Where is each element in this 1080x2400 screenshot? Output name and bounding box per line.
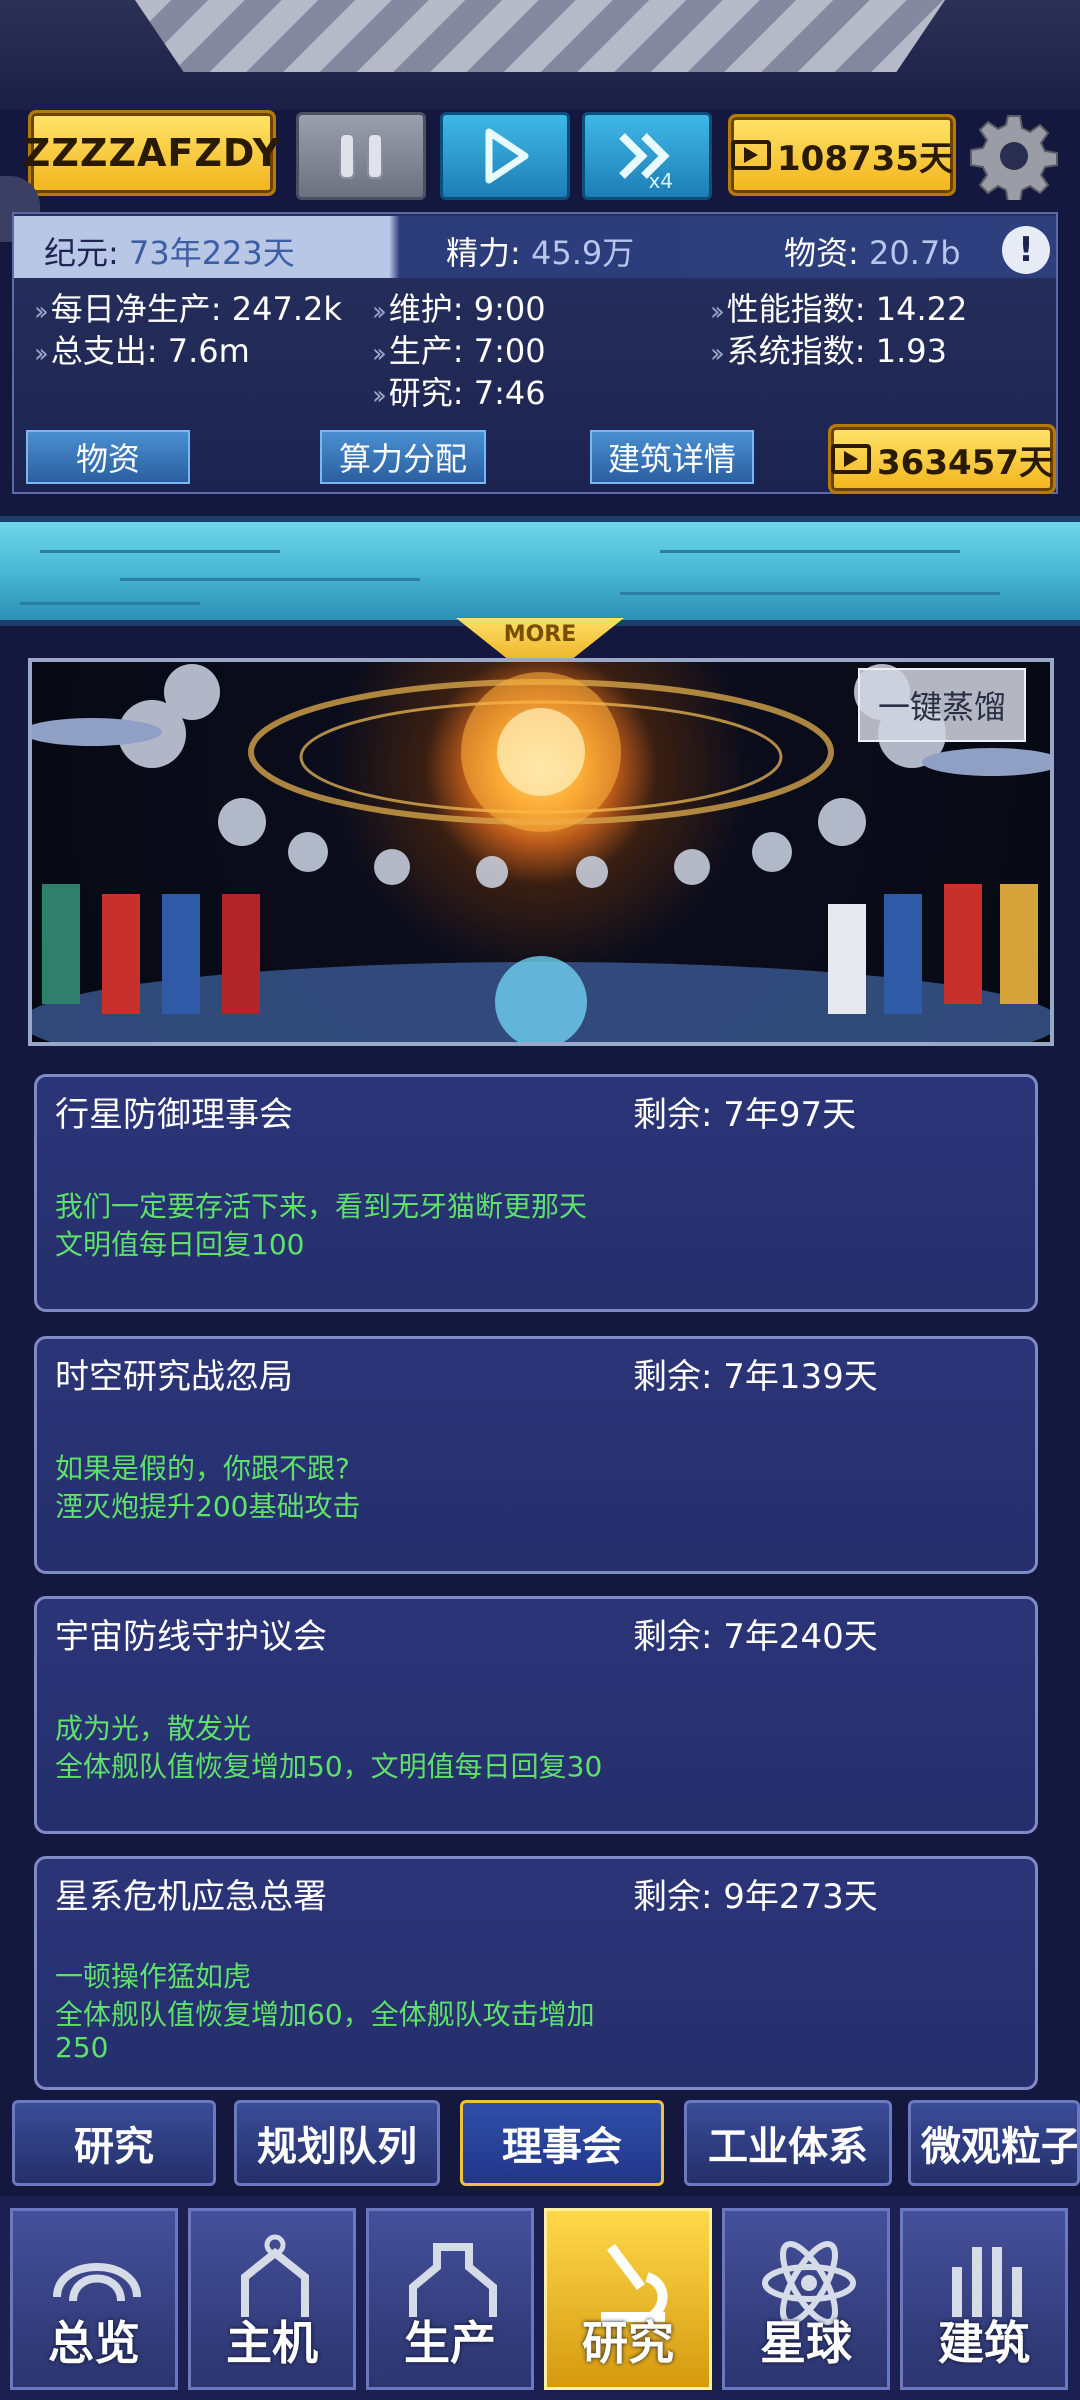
production-stat: ›› 生产: 7:00 xyxy=(372,332,546,370)
council-effect: 文明值每日回复100 xyxy=(55,1228,305,1261)
video-icon xyxy=(731,140,772,170)
alert-icon[interactable]: ! xyxy=(1002,226,1050,274)
maintenance-stat: ›› 维护: 9:00 xyxy=(372,290,546,328)
panel-time-ad-label: 363457天 xyxy=(877,442,1053,483)
council-title: 行星防御理事会 xyxy=(55,1095,293,1135)
player-name-button[interactable]: ZZZZAFZDY xyxy=(23,110,280,196)
play-icon xyxy=(485,128,529,184)
council-remaining: 剩余: 7年240天 xyxy=(633,1617,878,1657)
energy-value: 45.9万 xyxy=(530,234,635,272)
speed-multiplier-label: x4 xyxy=(648,169,673,193)
era-value: 73年223天 xyxy=(128,234,295,272)
era-stat: 纪元: 73年223天 xyxy=(44,234,295,272)
council-title: 星系危机应急总署 xyxy=(55,1877,327,1917)
one-click-distill-button[interactable]: 一键蒸馏 xyxy=(858,668,1026,742)
nav-building[interactable]: 建筑 xyxy=(900,2208,1068,2390)
energy-stat: 精力: 45.9万 xyxy=(446,234,635,272)
materials-button[interactable]: 物资 xyxy=(26,430,190,484)
council-motto: 一顿操作猛如虎 xyxy=(55,1960,252,1993)
system-index-stat: ›› 系统指数: 1.93 xyxy=(710,332,948,370)
tab-industrial-system[interactable]: 工业体系 xyxy=(684,2100,892,2186)
tab-research[interactable]: 研究 xyxy=(12,2100,216,2186)
council-effect: 全体舰队值恢复增加60，全体舰队攻击增加 xyxy=(55,1998,595,2031)
council-card[interactable]: 时空研究战忽局 剩余: 7年139天 如果是假的，你跟不跟? 湮灭炮提升200基… xyxy=(34,1336,1038,1574)
nav-host[interactable]: 主机 xyxy=(188,2208,356,2390)
panel-time-ad-button[interactable]: 363457天 xyxy=(828,424,1056,494)
council-card[interactable]: 宇宙防线守护议会 剩余: 7年240天 成为光，散发光 全体舰队值恢复增加50，… xyxy=(34,1596,1038,1834)
council-remaining: 剩余: 7年97天 xyxy=(633,1095,857,1135)
research-stat: ›› 研究: 7:46 xyxy=(372,374,546,412)
total-spending-stat: ›› 总支出: 7.6m xyxy=(34,332,250,370)
time-ad-button[interactable]: 108735天 xyxy=(728,114,956,196)
council-motto: 如果是假的，你跟不跟? xyxy=(55,1452,350,1485)
council-remaining: 剩余: 9年273天 xyxy=(633,1877,878,1917)
council-effect-continued: 250 xyxy=(55,2031,109,2064)
council-effect: 全体舰队值恢复增加50，文明值每日回复30 xyxy=(55,1750,603,1783)
council-title: 宇宙防线守护议会 xyxy=(55,1617,327,1657)
tab-planning-queue[interactable]: 规划队列 xyxy=(234,2100,440,2186)
nav-overview[interactable]: 总览 xyxy=(10,2208,178,2390)
council-motto: 我们一定要存活下来，看到无牙猫断更那天 xyxy=(55,1190,588,1223)
compute-allocation-button[interactable]: 算力分配 xyxy=(320,430,486,484)
time-ad-label: 108735天 xyxy=(777,138,953,179)
materials-stat: 物资: 20.7b xyxy=(784,234,961,272)
settings-gear-icon[interactable] xyxy=(970,112,1058,200)
pause-button[interactable] xyxy=(296,112,426,200)
council-effect: 湮灭炮提升200基础攻击 xyxy=(55,1490,361,1523)
council-card[interactable]: 行星防御理事会 剩余: 7年97天 我们一定要存活下来，看到无牙猫断更那天 文明… xyxy=(34,1074,1038,1312)
nav-planet[interactable]: 星球 xyxy=(722,2208,890,2390)
nav-research[interactable]: 研究 xyxy=(544,2208,712,2390)
play-button[interactable] xyxy=(440,112,570,200)
council-card[interactable]: 星系危机应急总署 剩余: 9年273天 一顿操作猛如虎 全体舰队值恢复增加60，… xyxy=(34,1856,1038,2090)
fast-forward-button[interactable]: x4 xyxy=(582,112,712,200)
circuit-divider xyxy=(0,516,1080,626)
council-motto: 成为光，散发光 xyxy=(55,1712,252,1745)
tab-council[interactable]: 理事会 xyxy=(460,2100,664,2186)
council-title: 时空研究战忽局 xyxy=(55,1357,293,1397)
top-hazard-stripes xyxy=(135,0,945,72)
council-remaining: 剩余: 7年139天 xyxy=(633,1357,878,1397)
tab-micro-particles[interactable]: 微观粒子 xyxy=(908,2100,1080,2186)
performance-index-stat: ›› 性能指数: 14.22 xyxy=(710,290,968,328)
video-icon xyxy=(831,444,872,474)
building-details-button[interactable]: 建筑详情 xyxy=(590,430,754,484)
pause-icon xyxy=(339,133,355,179)
materials-value: 20.7b xyxy=(868,234,961,272)
nav-production[interactable]: 生产 xyxy=(366,2208,534,2390)
daily-net-production-stat: ›› 每日净生产: 247.2k xyxy=(34,290,342,328)
